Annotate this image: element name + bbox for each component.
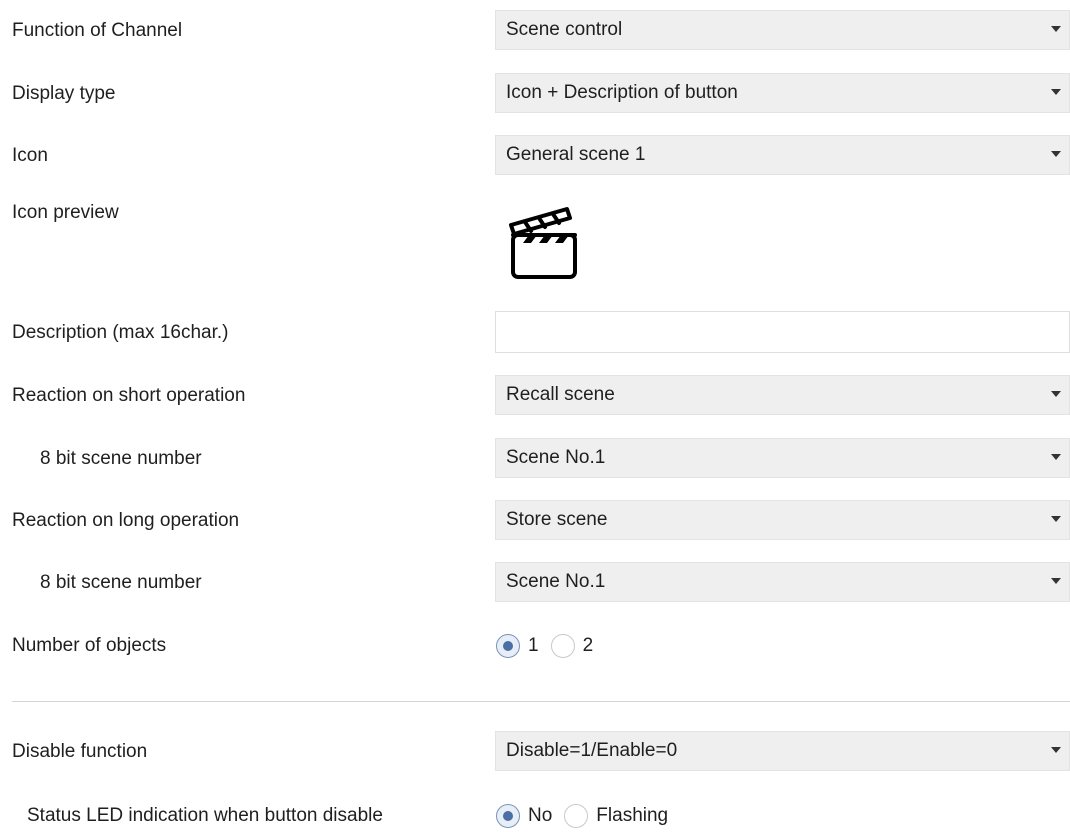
short-scene-number-label: 8 bit scene number: [40, 448, 202, 469]
short-operation-label: Reaction on short operation: [12, 385, 246, 406]
disable-function-value: Disable=1/Enable=0: [506, 740, 678, 761]
number-of-objects-option-2[interactable]: 2: [550, 634, 594, 658]
radio-label: 2: [582, 635, 594, 656]
chevron-down-icon: [1051, 516, 1061, 522]
status-led-radio-group: No Flashing: [496, 801, 680, 831]
chevron-down-icon: [1051, 747, 1061, 753]
radio-label: Flashing: [596, 805, 669, 826]
section-divider: [12, 701, 1070, 702]
description-label: Description (max 16char.): [12, 322, 229, 343]
radio-unselected-icon: [550, 634, 575, 658]
long-scene-number-value: Scene No.1: [506, 571, 606, 592]
display-type-dropdown[interactable]: Icon + Description of button: [495, 73, 1070, 113]
short-scene-number-value: Scene No.1: [506, 447, 606, 468]
icon-value: General scene 1: [506, 144, 646, 165]
radio-label: No: [528, 805, 553, 826]
status-led-label: Status LED indication when button disabl…: [27, 805, 383, 826]
number-of-objects-radio-group: 1 2: [496, 631, 605, 661]
function-of-channel-dropdown[interactable]: Scene control: [495, 10, 1070, 50]
disable-function-dropdown[interactable]: Disable=1/Enable=0: [495, 731, 1070, 771]
disable-function-label: Disable function: [12, 741, 148, 762]
radio-unselected-icon: [564, 804, 589, 828]
long-operation-dropdown[interactable]: Store scene: [495, 500, 1070, 540]
long-operation-label: Reaction on long operation: [12, 510, 240, 531]
number-of-objects-label: Number of objects: [12, 635, 167, 656]
icon-preview-label: Icon preview: [12, 202, 119, 223]
radio-selected-icon: [496, 634, 520, 658]
function-of-channel-label: Function of Channel: [12, 20, 183, 41]
display-type-value: Icon + Description of button: [506, 82, 738, 103]
status-led-option-no[interactable]: No: [496, 804, 552, 828]
radio-label: 1: [528, 635, 539, 656]
number-of-objects-option-1[interactable]: 1: [496, 634, 539, 658]
chevron-down-icon: [1051, 151, 1061, 157]
display-type-label: Display type: [12, 83, 116, 104]
short-operation-value: Recall scene: [506, 384, 615, 405]
icon-label: Icon: [12, 145, 48, 166]
icon-dropdown[interactable]: General scene 1: [495, 135, 1070, 175]
short-operation-dropdown[interactable]: Recall scene: [495, 375, 1070, 415]
description-input[interactable]: [495, 311, 1070, 353]
status-led-option-flashing[interactable]: Flashing: [564, 804, 668, 828]
clapperboard-icon: [509, 207, 577, 279]
chevron-down-icon: [1051, 454, 1061, 460]
chevron-down-icon: [1051, 89, 1061, 95]
chevron-down-icon: [1051, 578, 1061, 584]
chevron-down-icon: [1051, 391, 1061, 397]
chevron-down-icon: [1051, 26, 1061, 32]
long-scene-number-dropdown[interactable]: Scene No.1: [495, 562, 1070, 602]
short-scene-number-dropdown[interactable]: Scene No.1: [495, 438, 1070, 478]
function-of-channel-value: Scene control: [506, 19, 623, 40]
long-scene-number-label: 8 bit scene number: [40, 572, 202, 593]
long-operation-value: Store scene: [506, 509, 608, 530]
radio-selected-icon: [496, 804, 520, 828]
